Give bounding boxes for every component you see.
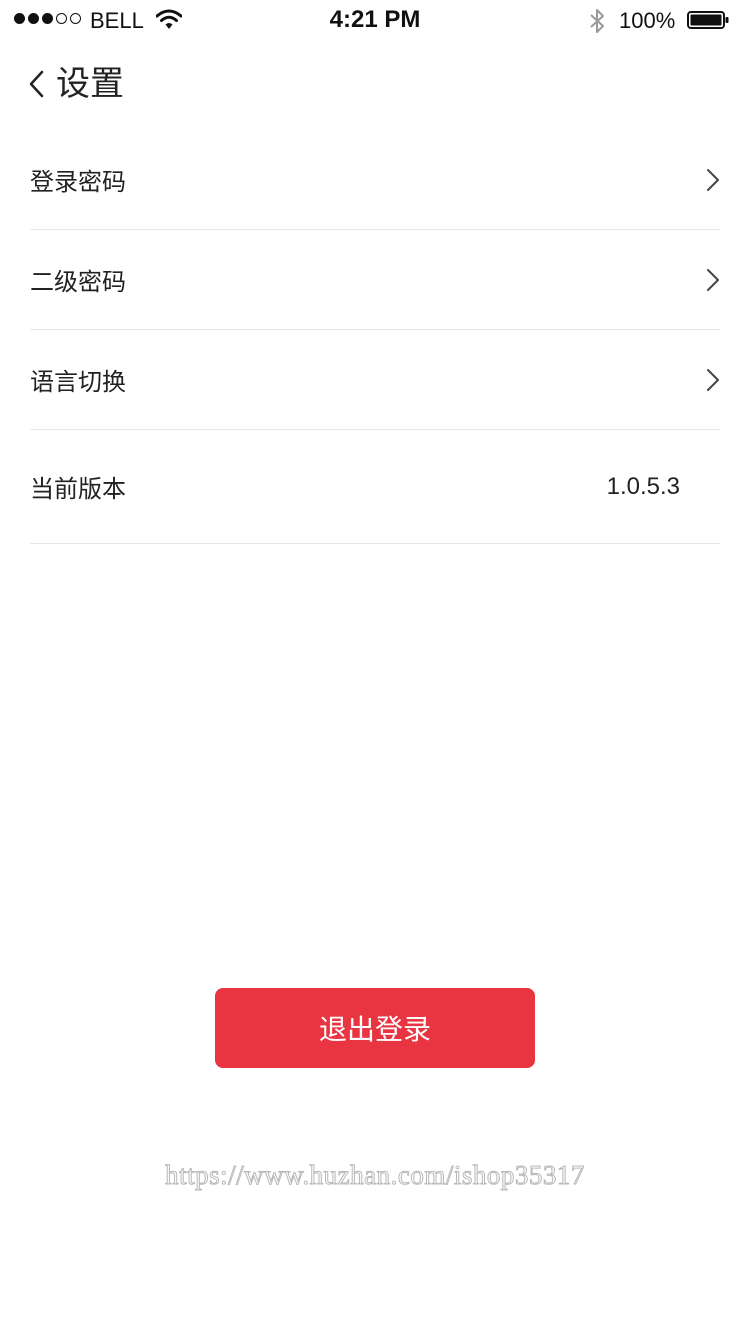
logout-button[interactable]: 退出登录: [215, 988, 535, 1068]
back-button[interactable]: [20, 64, 54, 104]
settings-item-login-password[interactable]: 登录密码: [30, 130, 720, 230]
chevron-right-icon: [706, 130, 720, 229]
settings-item-label: 登录密码: [30, 168, 126, 196]
page-title: 设置: [56, 64, 124, 104]
watermark-text: https://www.huzhan.com/ishop35317: [165, 1160, 585, 1191]
settings-item-label: 二级密码: [30, 268, 126, 296]
bluetooth-icon: [590, 9, 604, 33]
chevron-right-icon: [706, 330, 720, 429]
settings-item-label: 语言切换: [30, 368, 126, 396]
chevron-left-icon: [29, 70, 44, 98]
status-bar: BELL 4:21 PM 100%: [0, 0, 750, 40]
battery-percentage: 100%: [619, 8, 676, 33]
battery-icon: [687, 11, 729, 29]
version-value: 1.0.5.3: [606, 472, 680, 500]
navigation-bar: 设置: [0, 40, 750, 130]
version-label: 当前版本: [30, 475, 126, 503]
settings-item-secondary-password[interactable]: 二级密码: [30, 230, 720, 330]
settings-list: 登录密码 二级密码 语言切换 当前版本 1.0.5.3: [30, 130, 720, 544]
settings-item-language[interactable]: 语言切换: [30, 330, 720, 430]
settings-item-version: 当前版本 1.0.5.3: [30, 430, 720, 544]
chevron-right-icon: [706, 230, 720, 329]
